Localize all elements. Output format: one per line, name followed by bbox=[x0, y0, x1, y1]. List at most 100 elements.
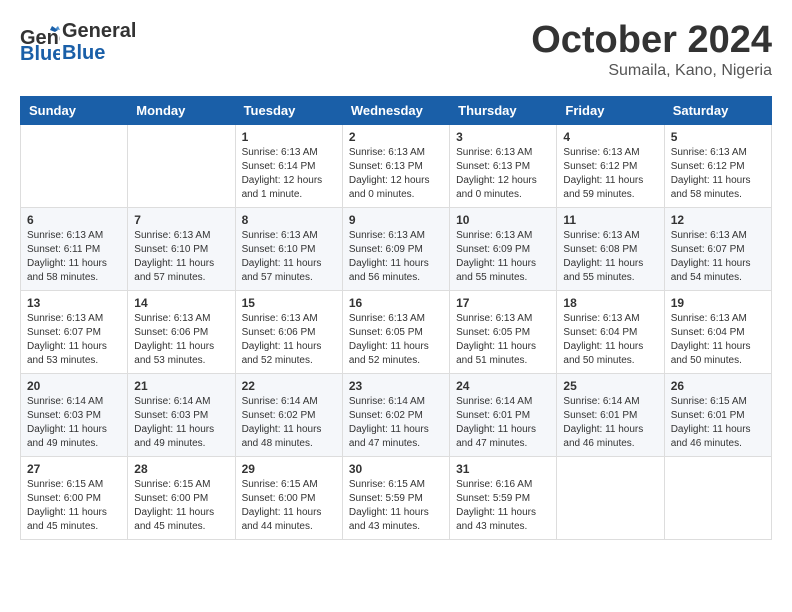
day-info: Sunrise: 6:13 AM Sunset: 6:04 PM Dayligh… bbox=[563, 312, 657, 368]
logo: General Blue General Blue bbox=[20, 20, 136, 64]
calendar-cell: 14Sunrise: 6:13 AM Sunset: 6:06 PM Dayli… bbox=[128, 290, 235, 373]
weekday-header-tuesday: Tuesday bbox=[235, 96, 342, 124]
calendar-cell: 27 Sunrise: 6:15 AM Sunset: 6:00 PM Dayli… bbox=[21, 456, 128, 539]
day-info: Sunrise: 6:13 AM Sunset: 6:05 PM Dayligh… bbox=[349, 312, 443, 368]
logo-general: General bbox=[62, 20, 136, 42]
day-info: Sunrise: 6:13 AM Sunset: 6:13 PM Dayligh… bbox=[349, 146, 443, 202]
day-number: 2 bbox=[349, 130, 443, 144]
day-number: 10 bbox=[456, 213, 550, 227]
logo-icon: General Blue bbox=[20, 22, 60, 62]
calendar-cell: 1 Sunrise: 6:13 AM Sunset: 6:14 PM Daylig… bbox=[235, 124, 342, 207]
day-info: Sunrise: 6:15 AM Sunset: 6:00 PM Dayligh… bbox=[27, 478, 121, 534]
calendar-cell bbox=[664, 456, 771, 539]
weekday-header-wednesday: Wednesday bbox=[342, 96, 449, 124]
day-info: Sunrise: 6:13 AM Sunset: 6:09 PM Dayligh… bbox=[349, 229, 443, 285]
logo-text-block: General Blue bbox=[62, 20, 136, 64]
day-info: Sunrise: 6:15 AM Sunset: 5:59 PM Dayligh… bbox=[349, 478, 443, 534]
day-number: 27 bbox=[27, 462, 121, 476]
calendar-cell: 24 Sunrise: 6:14 AM Sunset: 6:01 PM Dayli… bbox=[450, 373, 557, 456]
day-number: 20 bbox=[27, 379, 121, 393]
week-row-3: 13 Sunrise: 6:13 AM Sunset: 6:07 PM Dayli… bbox=[21, 290, 772, 373]
calendar-cell: 26 Sunrise: 6:15 AM Sunset: 6:01 PM Dayli… bbox=[664, 373, 771, 456]
day-number: 19 bbox=[671, 296, 765, 310]
calendar-cell: 9Sunrise: 6:13 AM Sunset: 6:09 PM Daylig… bbox=[342, 207, 449, 290]
day-number: 22 bbox=[242, 379, 336, 393]
weekday-header-thursday: Thursday bbox=[450, 96, 557, 124]
calendar-cell: 19 Sunrise: 6:13 AM Sunset: 6:04 PM Dayli… bbox=[664, 290, 771, 373]
calendar-cell: 23 Sunrise: 6:14 AM Sunset: 6:02 PM Dayli… bbox=[342, 373, 449, 456]
day-info: Sunrise: 6:13 AM Sunset: 6:05 PM Dayligh… bbox=[456, 312, 550, 368]
calendar-cell: 3 Sunrise: 6:13 AM Sunset: 6:13 PM Daylig… bbox=[450, 124, 557, 207]
calendar-cell: 7Sunrise: 6:13 AM Sunset: 6:10 PM Daylig… bbox=[128, 207, 235, 290]
calendar-cell: 31Sunrise: 6:16 AM Sunset: 5:59 PM Dayli… bbox=[450, 456, 557, 539]
day-number: 7 bbox=[134, 213, 228, 227]
calendar-cell: 15 Sunrise: 6:13 AM Sunset: 6:06 PM Dayli… bbox=[235, 290, 342, 373]
day-number: 18 bbox=[563, 296, 657, 310]
calendar-cell: 17 Sunrise: 6:13 AM Sunset: 6:05 PM Dayli… bbox=[450, 290, 557, 373]
weekday-header-sunday: Sunday bbox=[21, 96, 128, 124]
day-number: 24 bbox=[456, 379, 550, 393]
calendar-cell: 12Sunrise: 6:13 AM Sunset: 6:07 PM Dayli… bbox=[664, 207, 771, 290]
day-number: 13 bbox=[27, 296, 121, 310]
day-info: Sunrise: 6:13 AM Sunset: 6:12 PM Dayligh… bbox=[671, 146, 765, 202]
day-number: 1 bbox=[242, 130, 336, 144]
day-info: Sunrise: 6:14 AM Sunset: 6:02 PM Dayligh… bbox=[242, 395, 336, 451]
calendar-cell bbox=[557, 456, 664, 539]
day-number: 29 bbox=[242, 462, 336, 476]
day-number: 17 bbox=[456, 296, 550, 310]
calendar-cell: 20 Sunrise: 6:14 AM Sunset: 6:03 PM Dayli… bbox=[21, 373, 128, 456]
day-number: 31 bbox=[456, 462, 550, 476]
day-info: Sunrise: 6:13 AM Sunset: 6:10 PM Dayligh… bbox=[242, 229, 336, 285]
day-number: 28 bbox=[134, 462, 228, 476]
day-info: Sunrise: 6:14 AM Sunset: 6:03 PM Dayligh… bbox=[27, 395, 121, 451]
calendar-table: SundayMondayTuesdayWednesdayThursdayFrid… bbox=[20, 96, 772, 540]
svg-text:Blue: Blue bbox=[20, 43, 60, 62]
day-info: Sunrise: 6:15 AM Sunset: 6:00 PM Dayligh… bbox=[134, 478, 228, 534]
calendar-cell: 2 Sunrise: 6:13 AM Sunset: 6:13 PM Daylig… bbox=[342, 124, 449, 207]
calendar-cell: 4 Sunrise: 6:13 AM Sunset: 6:12 PM Daylig… bbox=[557, 124, 664, 207]
location: Sumaila, Kano, Nigeria bbox=[531, 62, 772, 80]
weekday-header-saturday: Saturday bbox=[664, 96, 771, 124]
day-number: 30 bbox=[349, 462, 443, 476]
day-number: 3 bbox=[456, 130, 550, 144]
calendar-cell: 16 Sunrise: 6:13 AM Sunset: 6:05 PM Dayli… bbox=[342, 290, 449, 373]
day-info: Sunrise: 6:13 AM Sunset: 6:07 PM Dayligh… bbox=[27, 312, 121, 368]
weekday-header-row: SundayMondayTuesdayWednesdayThursdayFrid… bbox=[21, 96, 772, 124]
title-block: October 2024 Sumaila, Kano, Nigeria bbox=[531, 20, 772, 80]
day-info: Sunrise: 6:14 AM Sunset: 6:02 PM Dayligh… bbox=[349, 395, 443, 451]
calendar-cell bbox=[128, 124, 235, 207]
day-number: 4 bbox=[563, 130, 657, 144]
calendar-cell: 18 Sunrise: 6:13 AM Sunset: 6:04 PM Dayli… bbox=[557, 290, 664, 373]
day-info: Sunrise: 6:13 AM Sunset: 6:06 PM Dayligh… bbox=[242, 312, 336, 368]
weekday-header-friday: Friday bbox=[557, 96, 664, 124]
day-info: Sunrise: 6:13 AM Sunset: 6:06 PM Dayligh… bbox=[134, 312, 228, 368]
calendar-cell: 11Sunrise: 6:13 AM Sunset: 6:08 PM Dayli… bbox=[557, 207, 664, 290]
calendar-cell: 6 Sunrise: 6:13 AM Sunset: 6:11 PM Daylig… bbox=[21, 207, 128, 290]
day-info: Sunrise: 6:13 AM Sunset: 6:04 PM Dayligh… bbox=[671, 312, 765, 368]
day-number: 6 bbox=[27, 213, 121, 227]
day-info: Sunrise: 6:13 AM Sunset: 6:13 PM Dayligh… bbox=[456, 146, 550, 202]
calendar-cell: 10Sunrise: 6:13 AM Sunset: 6:09 PM Dayli… bbox=[450, 207, 557, 290]
day-number: 25 bbox=[563, 379, 657, 393]
calendar-cell: 13 Sunrise: 6:13 AM Sunset: 6:07 PM Dayli… bbox=[21, 290, 128, 373]
week-row-2: 6 Sunrise: 6:13 AM Sunset: 6:11 PM Daylig… bbox=[21, 207, 772, 290]
day-number: 23 bbox=[349, 379, 443, 393]
day-info: Sunrise: 6:15 AM Sunset: 6:01 PM Dayligh… bbox=[671, 395, 765, 451]
calendar-cell: 30 Sunrise: 6:15 AM Sunset: 5:59 PM Dayli… bbox=[342, 456, 449, 539]
day-info: Sunrise: 6:14 AM Sunset: 6:03 PM Dayligh… bbox=[134, 395, 228, 451]
day-info: Sunrise: 6:13 AM Sunset: 6:12 PM Dayligh… bbox=[563, 146, 657, 202]
day-info: Sunrise: 6:13 AM Sunset: 6:11 PM Dayligh… bbox=[27, 229, 121, 285]
day-number: 11 bbox=[563, 213, 657, 227]
day-number: 26 bbox=[671, 379, 765, 393]
day-number: 15 bbox=[242, 296, 336, 310]
calendar-cell: 5Sunrise: 6:13 AM Sunset: 6:12 PM Daylig… bbox=[664, 124, 771, 207]
calendar-cell: 28 Sunrise: 6:15 AM Sunset: 6:00 PM Dayli… bbox=[128, 456, 235, 539]
day-info: Sunrise: 6:13 AM Sunset: 6:07 PM Dayligh… bbox=[671, 229, 765, 285]
day-number: 16 bbox=[349, 296, 443, 310]
day-info: Sunrise: 6:14 AM Sunset: 6:01 PM Dayligh… bbox=[563, 395, 657, 451]
week-row-1: 1 Sunrise: 6:13 AM Sunset: 6:14 PM Daylig… bbox=[21, 124, 772, 207]
day-info: Sunrise: 6:13 AM Sunset: 6:14 PM Dayligh… bbox=[242, 146, 336, 202]
calendar-cell: 8Sunrise: 6:13 AM Sunset: 6:10 PM Daylig… bbox=[235, 207, 342, 290]
weekday-header-monday: Monday bbox=[128, 96, 235, 124]
day-info: Sunrise: 6:14 AM Sunset: 6:01 PM Dayligh… bbox=[456, 395, 550, 451]
